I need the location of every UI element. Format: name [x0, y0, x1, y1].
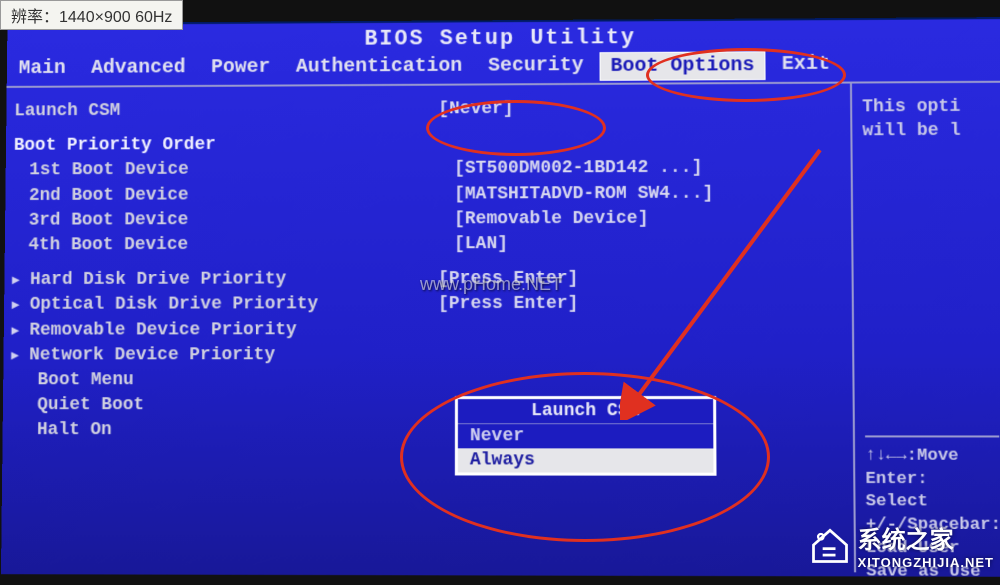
watermark-phome: www.pHome.NET — [420, 274, 562, 295]
menu-tab-advanced[interactable]: Advanced — [81, 54, 195, 83]
menu-tab-security[interactable]: Security — [478, 52, 593, 81]
submenu-network-device-priority[interactable]: Network Device Priority — [11, 342, 844, 368]
help-pane: This opti will be l ↑↓←→:MoveEnter: Sele… — [850, 83, 1000, 573]
watermark-xitongzhijia: 系统之家 XITONGZHIJIA.NET — [808, 520, 994, 570]
annotation-circle-tab — [646, 48, 846, 102]
submenu-optical-disk-drive-priority[interactable]: Optical Disk Drive Priority[Press Enter] — [12, 292, 844, 319]
menu-tab-power[interactable]: Power — [201, 54, 280, 83]
house-icon — [808, 523, 852, 567]
boot-device-row-2[interactable]: 2nd Boot Device[MATSHITADVD-ROM SW4...] — [13, 181, 843, 209]
submenu-removable-device-priority[interactable]: Removable Device Priority — [12, 317, 844, 343]
annotation-circle-popup — [400, 372, 770, 542]
menu-tab-authentication[interactable]: Authentication — [286, 53, 472, 83]
help-line-2: will be l — [862, 119, 995, 144]
keyhelp-line: ↑↓←→:Move — [865, 445, 999, 468]
boot-device-row-1[interactable]: 1st Boot Device[ST500DM002-1BD142 ...] — [13, 156, 842, 184]
menu-tab-main[interactable]: Main — [9, 55, 76, 84]
launch-csm-label: Launch CSM — [14, 98, 438, 125]
annotation-circle-never — [426, 100, 606, 156]
help-line-1: This opti — [862, 95, 995, 120]
menu-bar: MainAdvancedPowerAuthenticationSecurityB… — [7, 50, 1000, 84]
setting-boot-menu[interactable]: Boot Menu — [11, 368, 844, 394]
boot-device-row-3[interactable]: 3rd Boot Device[Removable Device] — [13, 206, 843, 234]
monitor-resolution-sticker: 辨率：1440×900 60Hz — [0, 0, 183, 30]
boot-device-row-4[interactable]: 4th Boot Device[LAN] — [13, 231, 844, 258]
keyhelp-line: Enter: Select — [865, 468, 1000, 515]
